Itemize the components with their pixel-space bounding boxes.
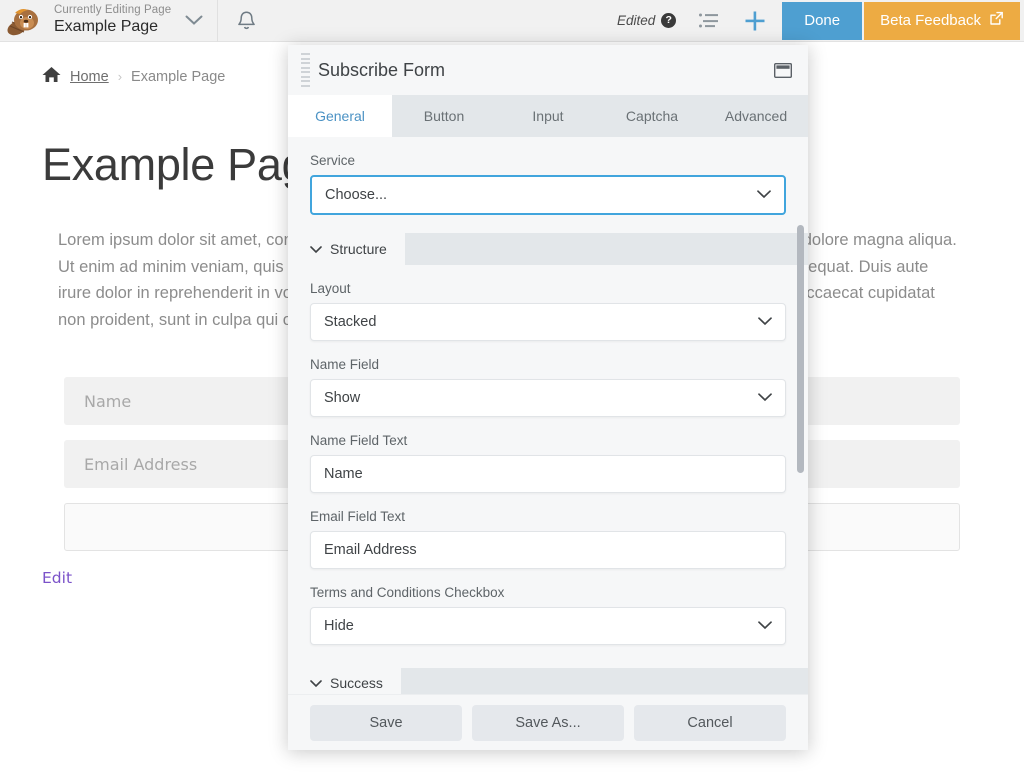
save-as-button[interactable]: Save As... <box>472 705 624 741</box>
name-field-select[interactable]: Show <box>310 379 786 417</box>
modal-scrollbar[interactable] <box>798 137 806 694</box>
terms-checkbox-select[interactable]: Hide <box>310 607 786 645</box>
tab-general[interactable]: General <box>288 95 392 137</box>
breadcrumb-separator: › <box>118 69 122 84</box>
email-field-text-value: Email Address <box>324 542 417 558</box>
beta-feedback-button[interactable]: Beta Feedback <box>864 2 1020 40</box>
field-terms-checkbox: Terms and Conditions Checkbox Hide <box>288 569 808 645</box>
layout-select-value: Stacked <box>324 314 376 330</box>
edited-label: Edited <box>617 13 655 28</box>
name-field-text-input[interactable]: Name <box>310 455 786 493</box>
field-layout: Layout Stacked <box>288 265 808 341</box>
field-service: Service Choose... <box>288 137 808 215</box>
field-name-field-text: Name Field Text Name <box>288 417 808 493</box>
done-button[interactable]: Done <box>782 2 862 40</box>
modal-title: Subscribe Form <box>318 60 445 81</box>
outline-list-icon[interactable] <box>686 0 732 42</box>
help-icon[interactable]: ? <box>661 13 676 28</box>
terms-checkbox-select-value: Hide <box>324 618 354 634</box>
section-success-tab[interactable]: Success <box>288 668 401 694</box>
chevron-down-icon <box>758 390 772 406</box>
modal-footer: Save Save As... Cancel <box>288 694 808 750</box>
modal-header[interactable]: Subscribe Form <box>288 45 808 95</box>
beaver-logo-icon[interactable] <box>0 0 46 42</box>
breadcrumb-current: Example Page <box>131 69 225 85</box>
chevron-down-icon <box>310 241 322 257</box>
editing-page-title: Example Page <box>54 18 171 36</box>
chevron-down-icon <box>310 675 322 691</box>
beta-feedback-label: Beta Feedback <box>880 12 981 29</box>
field-terms-checkbox-label: Terms and Conditions Checkbox <box>310 585 786 600</box>
dock-window-icon[interactable] <box>774 63 792 78</box>
modal-body: Service Choose... <box>288 137 808 694</box>
modal-scrollbar-thumb[interactable] <box>797 225 804 473</box>
name-field-text-value: Name <box>324 466 363 482</box>
plus-icon[interactable] <box>732 0 778 42</box>
screen: Currently Editing Page Example Page Edit… <box>0 0 1024 772</box>
tab-advanced[interactable]: Advanced <box>704 95 808 137</box>
section-structure-tab[interactable]: Structure <box>288 233 405 265</box>
field-name-field: Name Field Show <box>288 341 808 417</box>
admin-bar: Currently Editing Page Example Page Edit… <box>0 0 1024 42</box>
home-icon[interactable] <box>42 66 61 87</box>
cancel-button[interactable]: Cancel <box>634 705 786 741</box>
section-success-label: Success <box>330 675 383 691</box>
field-name-field-label: Name Field <box>310 357 786 372</box>
external-link-icon <box>989 11 1004 30</box>
service-select[interactable]: Choose... <box>310 175 786 215</box>
chevron-down-icon <box>757 187 771 203</box>
edited-status: Edited ? <box>607 13 686 28</box>
field-email-field-text: Email Field Text Email Address <box>288 493 808 569</box>
service-select-value: Choose... <box>325 187 387 203</box>
layout-select[interactable]: Stacked <box>310 303 786 341</box>
editing-eyebrow: Currently Editing Page <box>54 4 171 17</box>
breadcrumb-home-link[interactable]: Home <box>70 69 109 85</box>
section-structure-label: Structure <box>330 241 387 257</box>
subscribe-form-settings-modal: Subscribe Form General Button Input Capt… <box>288 45 808 750</box>
chevron-down-icon <box>758 314 772 330</box>
tab-input[interactable]: Input <box>496 95 600 137</box>
drag-grip-icon[interactable] <box>288 53 314 87</box>
email-field-text-input[interactable]: Email Address <box>310 531 786 569</box>
save-button[interactable]: Save <box>310 705 462 741</box>
editing-page-info: Currently Editing Page Example Page <box>46 4 171 37</box>
field-email-field-text-label: Email Field Text <box>310 509 786 524</box>
bell-icon[interactable] <box>218 0 274 42</box>
field-layout-label: Layout <box>310 281 786 296</box>
field-service-label: Service <box>310 153 786 168</box>
name-field-select-value: Show <box>324 390 360 406</box>
chevron-down-icon <box>758 618 772 634</box>
section-success-header[interactable]: Success <box>288 668 808 694</box>
modal-tabs: General Button Input Captcha Advanced <box>288 95 808 137</box>
chevron-down-icon[interactable] <box>171 0 217 42</box>
tab-button[interactable]: Button <box>392 95 496 137</box>
section-structure-header[interactable]: Structure <box>288 233 808 265</box>
tab-captcha[interactable]: Captcha <box>600 95 704 137</box>
field-name-field-text-label: Name Field Text <box>310 433 786 448</box>
